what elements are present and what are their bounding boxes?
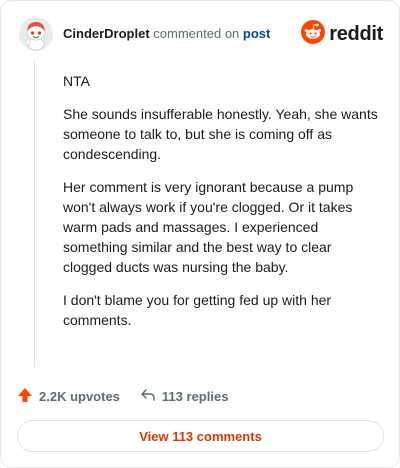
comment-paragraph: Her comment is very ignorant because a p…	[63, 179, 354, 275]
snoo-avatar-icon[interactable]	[19, 17, 53, 51]
comment-actions: 2.2K upvotes 113 replies	[17, 385, 248, 407]
reply-button[interactable]: 113 replies	[140, 387, 229, 406]
upvote-arrow-icon	[17, 387, 39, 406]
commented-label: commented on	[153, 26, 240, 41]
comment-paragraph: I don't blame you for getting fed up wit…	[63, 292, 332, 328]
comment-card: CinderDroplet commented on post reddit N…	[0, 0, 400, 468]
author-line: CinderDroplet commented on post	[63, 26, 270, 42]
upvote-count: 2.2K upvotes	[39, 388, 120, 404]
upvote-button[interactable]: 2.2K upvotes	[17, 387, 120, 406]
comment-body: NTA She sounds insufferable honestly. Ye…	[63, 71, 381, 343]
reddit-logo-text: reddit	[329, 22, 383, 45]
comment-paragraph: NTA	[63, 73, 90, 89]
reddit-logo[interactable]: reddit	[301, 19, 383, 49]
reply-arrow-icon	[140, 387, 162, 406]
author-name[interactable]: CinderDroplet	[63, 26, 150, 41]
post-link[interactable]: post	[243, 26, 270, 41]
comment-paragraph: She sounds insufferable honestly. Yeah, …	[63, 106, 378, 162]
reddit-logo-icon	[301, 19, 326, 49]
view-comments-button[interactable]: View 113 comments	[17, 420, 384, 452]
reply-count: 113 replies	[161, 388, 229, 404]
thread-line	[34, 59, 35, 367]
comment-header: CinderDroplet commented on post reddit	[15, 15, 387, 55]
